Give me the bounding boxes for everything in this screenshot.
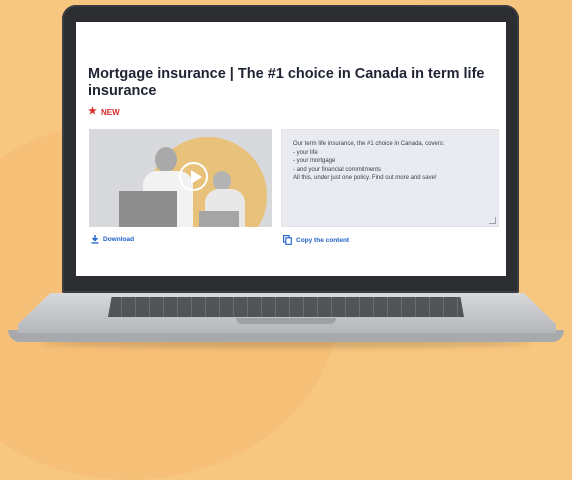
play-icon[interactable] — [179, 162, 208, 191]
resize-handle-icon[interactable] — [489, 217, 496, 224]
video-thumbnail[interactable] — [89, 129, 272, 227]
description-line: - your mortgage — [293, 158, 336, 165]
copy-label: Copy the content — [296, 236, 350, 244]
star-icon: ★ — [88, 106, 97, 117]
description-line: - your life — [293, 149, 318, 156]
page-title: Mortgage insurance | The #1 choice in Ca… — [88, 66, 485, 99]
description-line: - and your financial commitments — [293, 166, 382, 173]
download-link[interactable]: Download — [91, 235, 134, 244]
laptop-keyboard — [108, 297, 464, 317]
copy-icon — [283, 235, 292, 245]
download-label: Download — [103, 236, 135, 243]
copy-content-link[interactable]: Copy the content — [283, 235, 349, 245]
description-line: All this, under just one policy. Find ou… — [293, 175, 437, 182]
laptop-trackpad-notch — [236, 318, 336, 324]
description-line: Our term life insurance, the #1 choice i… — [293, 141, 445, 147]
download-icon — [91, 235, 99, 244]
description-textarea[interactable]: Our term life insurance, the #1 choice i… — [281, 129, 499, 227]
badge-label: NEW — [100, 107, 120, 117]
laptop-screen: Mortgage insurance | The #1 choice in Ca… — [76, 22, 506, 276]
new-badge: ★ NEW — [88, 107, 120, 117]
